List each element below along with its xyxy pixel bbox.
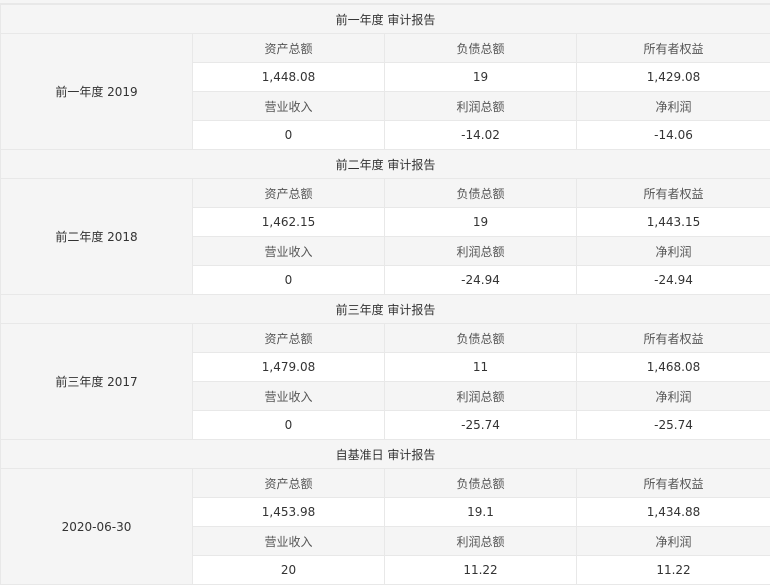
metric-label: 利润总额: [384, 526, 577, 556]
table-row: 前三年度 2017 资产总额 负债总额 所有者权益: [0, 323, 770, 440]
metric-label: 资产总额: [192, 323, 385, 353]
metric-value: -14.06: [575, 120, 770, 150]
metric-label: 营业收入: [192, 526, 385, 556]
section-title-row: 前三年度 审计报告: [0, 294, 770, 324]
metric-label: 所有者权益: [575, 323, 770, 353]
metric-label: 资产总额: [192, 468, 385, 498]
audit-report-panel: 前一年度 审计报告 前一年度 2019 资产总额 负债总额 所有者权益 1,448.08 1…: [0, 0, 770, 587]
metric-value: 19: [384, 62, 577, 92]
audit-report-table: 前一年度 审计报告 前一年度 2019 资产总额 负债总额 所有者权益 1,448.08 1…: [0, 4, 770, 585]
section-title-row: 前一年度 审计报告: [0, 4, 770, 34]
metric-label: 所有者权益: [575, 468, 770, 498]
metric-value: 1,462.15: [192, 207, 385, 237]
metric-value: 1,479.08: [192, 352, 385, 382]
section-title: 前二年度 审计报告: [0, 149, 770, 179]
metric-value: -14.02: [384, 120, 577, 150]
metric-value: 11.22: [575, 555, 770, 585]
metric-label: 营业收入: [192, 236, 385, 266]
metric-value: 1,434.88: [575, 497, 770, 527]
metric-label: 负债总额: [384, 468, 577, 498]
metric-value: 1,443.15: [575, 207, 770, 237]
metric-value: 0: [192, 410, 385, 440]
metric-label: 资产总额: [192, 178, 385, 208]
metric-label: 净利润: [575, 526, 770, 556]
metric-value: 0: [192, 120, 385, 150]
metric-label: 负债总额: [384, 323, 577, 353]
metric-label: 负债总额: [384, 178, 577, 208]
metric-value: -24.94: [575, 265, 770, 295]
metric-value: 1,448.08: [192, 62, 385, 92]
metric-value: 19.1: [384, 497, 577, 527]
metric-label: 营业收入: [192, 91, 385, 121]
section-title: 前一年度 审计报告: [0, 4, 770, 34]
metric-value: 1,468.08: [575, 352, 770, 382]
section-title: 自基准日 审计报告: [0, 439, 770, 469]
metric-label: 利润总额: [384, 91, 577, 121]
metric-value: -25.74: [384, 410, 577, 440]
section-title-row: 自基准日 审计报告: [0, 439, 770, 469]
metric-value: 1,453.98: [192, 497, 385, 527]
metric-value: 19: [384, 207, 577, 237]
metric-label: 利润总额: [384, 381, 577, 411]
section-title: 前三年度 审计报告: [0, 294, 770, 324]
metric-label: 所有者权益: [575, 178, 770, 208]
metric-value: 11.22: [384, 555, 577, 585]
metric-label: 营业收入: [192, 381, 385, 411]
period-label: 前二年度 2018: [0, 178, 193, 295]
metric-label: 资产总额: [192, 33, 385, 63]
table-row: 前二年度 2018 资产总额 负债总额 所有者权益: [0, 178, 770, 295]
table-row: 前一年度 2019 资产总额 负债总额 所有者权益: [0, 33, 770, 150]
period-label: 2020-06-30: [0, 468, 193, 585]
metric-label: 净利润: [575, 91, 770, 121]
metric-label: 负债总额: [384, 33, 577, 63]
metric-label: 利润总额: [384, 236, 577, 266]
period-label: 前三年度 2017: [0, 323, 193, 440]
metric-label: 所有者权益: [575, 33, 770, 63]
metric-value: 1,429.08: [575, 62, 770, 92]
metric-value: 20: [192, 555, 385, 585]
metric-label: 净利润: [575, 381, 770, 411]
metric-value: 11: [384, 352, 577, 382]
table-row: 2020-06-30 资产总额 负债总额 所有者权益: [0, 468, 770, 585]
section-title-row: 前二年度 审计报告: [0, 149, 770, 179]
metric-value: 0: [192, 265, 385, 295]
metric-value: -25.74: [575, 410, 770, 440]
period-label: 前一年度 2019: [0, 33, 193, 150]
metric-value: -24.94: [384, 265, 577, 295]
metric-label: 净利润: [575, 236, 770, 266]
